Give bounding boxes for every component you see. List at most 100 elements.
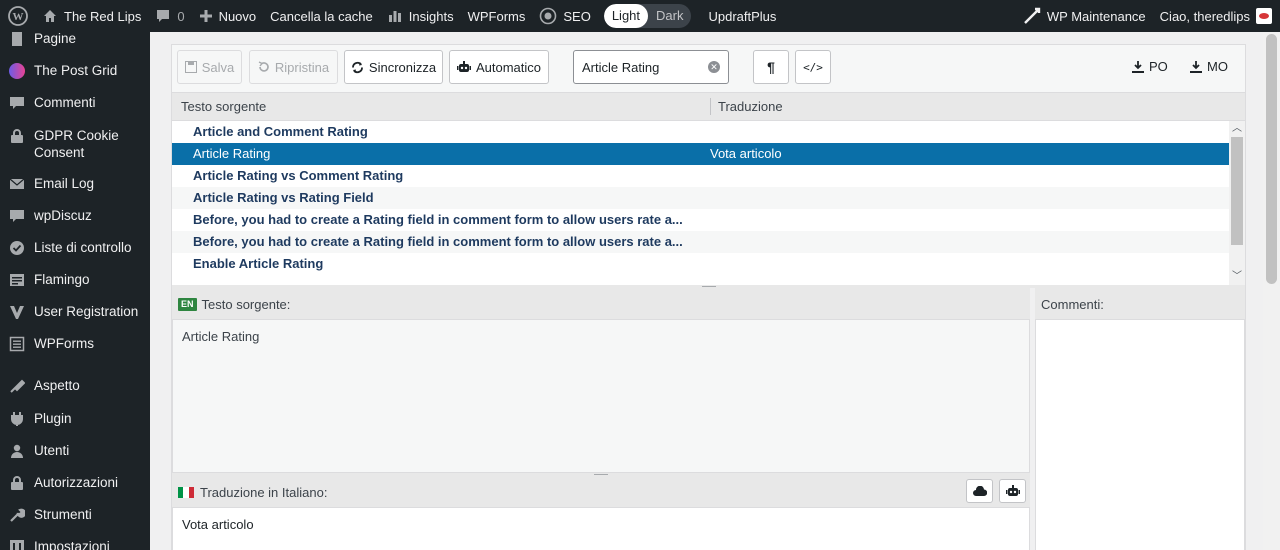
sidebar-item-wpforms[interactable]: WPForms <box>0 330 150 372</box>
sidebar-item-email-log[interactable]: Email Log <box>0 170 150 202</box>
new-content-link[interactable]: Nuovo <box>192 0 264 32</box>
translation-text-area[interactable]: Vota articolo <box>172 507 1030 550</box>
wpforms-link[interactable]: WPForms <box>461 0 533 32</box>
chevron-down-icon[interactable]: ﹀ <box>1232 272 1242 282</box>
checklist-icon <box>8 239 26 257</box>
sidebar-item-label: Strumenti <box>34 507 92 522</box>
row-source: Article and Comment Rating <box>193 124 368 139</box>
updraftplus-label: UpdraftPlus <box>708 8 777 24</box>
sidebar-item-autorizzazioni[interactable]: Autorizzazioni <box>0 469 150 501</box>
insights-link[interactable]: Insights <box>380 0 461 32</box>
table-row[interactable]: Article Rating vs Comment Rating <box>172 165 1229 187</box>
sync-button[interactable]: Sincronizza <box>344 50 443 84</box>
table-row-selected[interactable]: Article Rating Vota articolo <box>172 143 1229 165</box>
wordpress-icon: W <box>8 6 28 26</box>
theme-dark-option[interactable]: Dark <box>648 4 691 28</box>
list-scrollbar-thumb[interactable] <box>1231 137 1243 245</box>
sidebar-item-commenti[interactable]: Commenti <box>0 89 150 122</box>
translation-panel-label: Traduzione in Italiano: <box>200 484 328 500</box>
updraftplus-link[interactable]: UpdraftPlus <box>701 0 783 32</box>
chevron-up-icon[interactable]: ︿ <box>1232 124 1242 134</box>
appearance-icon <box>8 377 26 395</box>
sidebar-item-label: Liste di controllo <box>34 240 132 255</box>
code-icon: </> <box>803 60 823 74</box>
sidebar-item-aspetto[interactable]: Aspetto <box>0 372 150 405</box>
sidebar-item-flamingo[interactable]: Flamingo <box>0 266 150 298</box>
greeting-label: Ciao, theredlips <box>1159 8 1250 24</box>
strings-list: Article and Comment Rating Article Ratin… <box>172 121 1245 285</box>
table-row[interactable]: Article and Comment Rating <box>172 121 1229 143</box>
comments-text-area[interactable] <box>1035 319 1245 550</box>
robot-icon <box>1005 485 1020 496</box>
cloud-icon <box>972 486 987 496</box>
column-header-source[interactable]: Testo sorgente <box>181 99 266 114</box>
column-header-translation[interactable]: Traduzione <box>718 99 783 114</box>
comments-link[interactable]: 0 <box>148 0 191 32</box>
sidebar-item-user-registration[interactable]: User Registration <box>0 298 150 330</box>
undo-icon <box>258 61 270 73</box>
row-source: Before, you had to create a Rating field… <box>193 234 683 249</box>
sidebar-item-label: Pagine <box>34 32 77 46</box>
admin-bar: W The Red Lips 0 Nuovo Cancella la cache… <box>0 0 1280 32</box>
download-po-label: PO <box>1149 59 1168 74</box>
theme-light-option[interactable]: Light <box>603 4 649 28</box>
table-row[interactable]: Before, you had to create a Rating field… <box>172 231 1229 253</box>
auto-translate-mini-button[interactable] <box>999 479 1026 503</box>
search-field[interactable]: ✕ <box>573 50 729 84</box>
sidebar-item-label: Commenti <box>34 95 96 110</box>
sidebar-item-label: Utenti <box>34 443 70 458</box>
sidebar-item-wpdiscuz[interactable]: wpDiscuz <box>0 202 150 234</box>
toggle-invisibles-button[interactable]: ¶ <box>753 50 789 84</box>
row-source: Article Rating <box>193 146 271 161</box>
page-scrollbar-thumb[interactable] <box>1266 34 1277 284</box>
sidebar-item-utenti[interactable]: Utenti <box>0 437 150 469</box>
my-account-link[interactable]: Ciao, theredlips <box>1153 0 1280 32</box>
clear-search-icon[interactable]: ✕ <box>708 61 720 73</box>
sidebar-item-post-grid[interactable]: The Post Grid <box>0 57 150 89</box>
sidebar-item-gdpr[interactable]: GDPR Cookie Consent <box>0 122 150 170</box>
toggle-code-view-button[interactable]: </> <box>795 50 831 84</box>
list-scrollbar[interactable]: ︿ ﹀ <box>1229 121 1245 285</box>
sidebar-item-label: Impostazioni <box>34 539 110 550</box>
wordpress-logo[interactable]: W <box>0 0 35 32</box>
new-label: Nuovo <box>218 8 257 24</box>
lock-icon <box>8 127 26 145</box>
table-row[interactable]: Enable Article Rating <box>172 253 1229 275</box>
page-scrollbar[interactable] <box>1263 32 1280 550</box>
sidebar-item-impostazioni[interactable]: Impostazioni <box>0 533 150 550</box>
download-po-button[interactable]: PO <box>1132 59 1168 74</box>
search-input[interactable] <box>582 59 702 75</box>
source-language-badge: EN <box>178 297 197 311</box>
sidebar-item-label: Plugin <box>34 411 72 426</box>
table-row[interactable]: Article Rating vs Rating Field <box>172 187 1229 209</box>
wpforms-icon <box>8 335 26 353</box>
comments-icon <box>8 94 26 112</box>
flamingo-icon <box>8 271 26 289</box>
theme-toggle[interactable]: Light Dark <box>603 4 692 28</box>
authorizations-icon <box>8 474 26 492</box>
wrench-icon <box>1023 7 1041 25</box>
sidebar-item-liste-controllo[interactable]: Liste di controllo <box>0 234 150 266</box>
restore-label: Ripristina <box>274 59 330 75</box>
admin-sidebar: Pagine The Post Grid Commenti GDPR Cooki… <box>0 32 150 550</box>
table-row[interactable]: Before, you had to create a Rating field… <box>172 209 1229 231</box>
site-name-link[interactable]: The Red Lips <box>35 0 148 32</box>
save-button[interactable]: Salva <box>177 50 242 84</box>
cloud-translate-button[interactable] <box>966 479 993 503</box>
clear-cache-link[interactable]: Cancella la cache <box>263 0 380 32</box>
sidebar-item-plugin[interactable]: Plugin <box>0 405 150 437</box>
seo-link[interactable]: SEO <box>532 0 597 32</box>
maintenance-label: WP Maintenance <box>1046 8 1146 24</box>
comments-panel-header: Commenti: <box>1035 289 1245 319</box>
restore-button[interactable]: Ripristina <box>249 50 338 84</box>
sidebar-item-label: wpDiscuz <box>34 208 92 223</box>
download-mo-button[interactable]: MO <box>1190 59 1228 74</box>
column-separator[interactable] <box>710 98 711 115</box>
source-panel-header: EN Testo sorgente: <box>172 289 1030 319</box>
auto-translate-button[interactable]: Automatico <box>449 50 549 84</box>
seo-label: SEO <box>563 8 591 24</box>
sidebar-item-strumenti[interactable]: Strumenti <box>0 501 150 533</box>
italian-flag-icon <box>178 486 194 498</box>
sidebar-item-pagine[interactable]: Pagine <box>0 32 150 57</box>
maintenance-link[interactable]: WP Maintenance <box>1016 0 1153 32</box>
